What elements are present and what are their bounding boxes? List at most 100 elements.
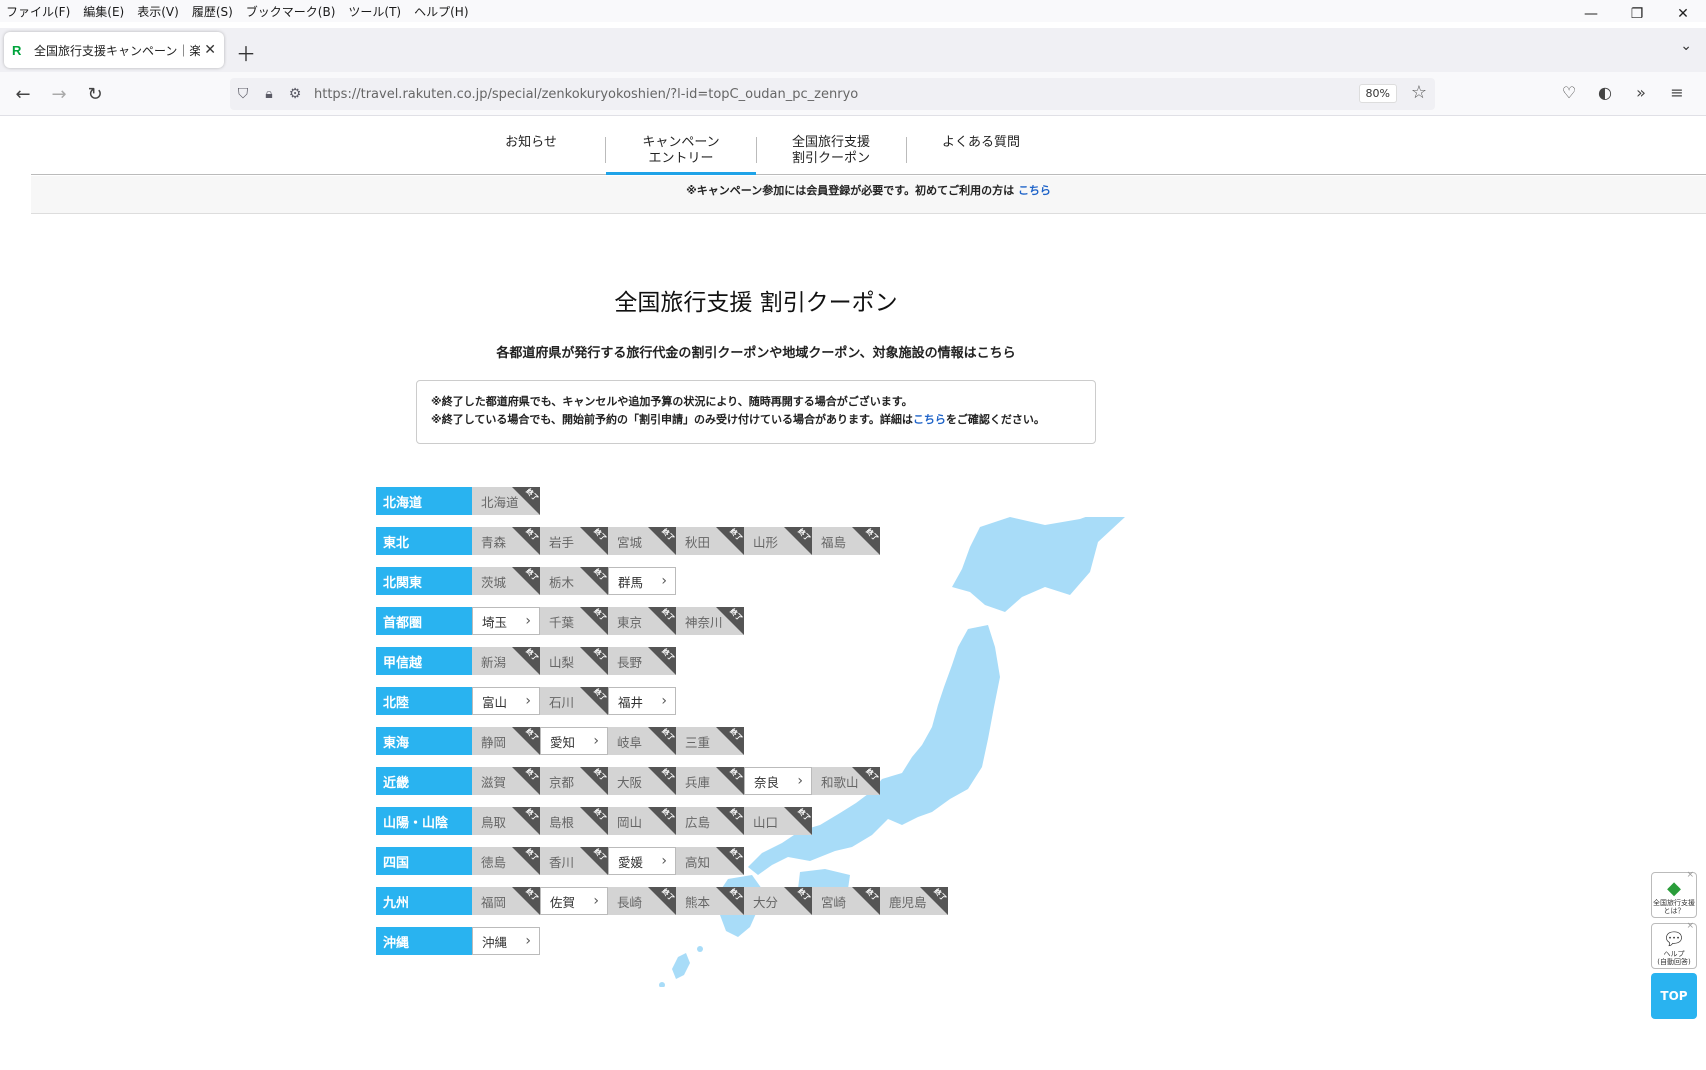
info-box: ※終了した都道府県でも、キャンセルや追加予算の状況により、随時再開する場合がござ… [416,380,1096,444]
region-label: 四国 [376,847,472,875]
nav-faq[interactable]: よくある質問 [906,135,1056,175]
window-controls: — ❐ ✕ [1568,0,1706,28]
about-zenryo-widget[interactable]: × ◆ 全国旅行支援 とは？ [1651,871,1697,918]
page-title: 全国旅行支援 割引クーポン [614,290,898,316]
hamburger-menu-icon[interactable]: ≡ [1666,83,1688,102]
prefecture-name: 福岡 [481,894,507,910]
menu-item[interactable]: ファイル(F) [6,3,70,20]
region-label: 首都圏 [376,607,472,635]
nav-entry[interactable]: キャンペーン エントリー [606,135,756,175]
region-label: 東北 [376,527,472,555]
prefecture-ended: 三重 終了 [676,727,744,755]
widget-close-icon[interactable]: × [1686,871,1694,880]
prefecture-link[interactable]: 佐賀 › [540,887,608,915]
pocket-icon[interactable]: ♡ [1558,83,1580,102]
tab-bar: R 全国旅行支援キャンペーン｜楽天 ✕ ＋ ⌄ [0,28,1706,72]
prefecture-ended: 静岡 終了 [472,727,540,755]
prefecture-ended: 鳥取 終了 [472,807,540,835]
prefecture-link[interactable]: 愛媛 › [608,847,676,875]
region-label: 近畿 [376,767,472,795]
prefecture-name: 香川 [549,854,575,870]
menu-item[interactable]: 編集(E) [83,3,124,20]
nav-coupon[interactable]: 全国旅行支援 割引クーポン [756,135,906,175]
member-notice-text: ※キャンペーン参加には会員登録が必要です。初めてご利用の方は [686,184,1018,197]
prefecture-name: 宮崎 [821,894,847,910]
chevron-right-icon: › [661,853,667,869]
nav-oshirase[interactable]: お知らせ [456,135,606,175]
back-icon[interactable]: ← [10,81,36,107]
widget-close-icon[interactable]: × [1686,922,1694,931]
prefecture-link[interactable]: 埼玉 › [472,607,540,635]
menu-bar: ファイル(F) 編集(E) 表示(V) 履歴(S) ブックマーク(B) ツール(T) ヘルプ… [0,0,1706,22]
chevron-right-icon: › [525,693,531,709]
menu-item[interactable]: ブックマーク(B) [246,3,336,20]
lock-icon[interactable]: 🔒︎ [256,86,282,102]
navigation-bar: ← → ↻ ⛉ 🔒︎ ⚙ https://travel.rakuten.co.j… [0,72,1706,116]
chevron-down-icon[interactable]: ⌄ [1680,38,1692,54]
shield-icon[interactable]: ⛉ [230,86,256,102]
info-line-2: ※終了している場合でも、開始前予約の「割引申請」のみ受け付けている場合があります… [431,413,1045,426]
prefecture-name: 熊本 [685,894,711,910]
prefecture-link[interactable]: 福井 › [608,687,676,715]
zoom-level[interactable]: 80% [1358,84,1397,103]
prefecture-link[interactable]: 沖縄 › [472,927,540,955]
menu-item[interactable]: 表示(V) [137,3,179,20]
url-text[interactable]: https://travel.rakuten.co.jp/special/zen… [314,87,1435,102]
url-bar[interactable]: ⛉ 🔒︎ ⚙ https://travel.rakuten.co.jp/spec… [230,78,1435,110]
prefecture-ended: 島根 終了 [540,807,608,835]
prefecture-name: 栃木 [549,574,575,590]
back-to-top-button[interactable]: TOP [1651,973,1697,1019]
prefecture-ended: 福岡 終了 [472,887,540,915]
prefecture-ended: 茨城 終了 [472,567,540,595]
prefecture-link[interactable]: 奈良 › [744,767,812,795]
prefecture-ended: 東京 終了 [608,607,676,635]
prefecture-name: 埼玉 [482,614,508,630]
menu-item[interactable]: ツール(T) [348,3,401,20]
prefecture-name: 高知 [685,854,711,870]
prefecture-name: 沖縄 [482,934,508,950]
menu-item[interactable]: 履歴(S) [192,3,233,20]
region-label: 甲信越 [376,647,472,675]
member-notice-link[interactable]: こちら [1018,184,1051,197]
prefecture-name: 大分 [753,894,779,910]
prefecture-name: 宮城 [617,534,643,550]
page-subtitle: 各都道府県が発行する旅行代金の割引クーポンや地域クーポン、対象施設の情報はこちら [496,346,1016,361]
reload-icon[interactable]: ↻ [82,81,108,107]
tab-active[interactable]: R 全国旅行支援キャンペーン｜楽天 ✕ [4,32,224,68]
prefecture-ended: 岩手 終了 [540,527,608,555]
prefecture-ended: 鹿児島 終了 [880,887,948,915]
bookmark-star-icon[interactable]: ☆ [1411,82,1427,103]
forward-icon[interactable]: → [46,81,72,107]
prefecture-name: 福井 [618,694,644,710]
minimize-icon[interactable]: — [1568,0,1614,28]
region-label: 北陸 [376,687,472,715]
prefecture-name: 富山 [482,694,508,710]
help-widget[interactable]: × 💬︎ ヘルプ (自動回答) [1651,922,1697,969]
prefecture-ended: 宮城 終了 [608,527,676,555]
restore-icon[interactable]: ❐ [1614,0,1660,28]
permissions-icon[interactable]: ⚙ [282,86,308,102]
rakuten-favicon-icon: R [12,42,22,58]
overflow-icon[interactable]: » [1630,83,1652,102]
prefecture-link[interactable]: 愛知 › [540,727,608,755]
prefecture-name: 長野 [617,654,643,670]
prefecture-ended: 秋田 終了 [676,527,744,555]
close-window-icon[interactable]: ✕ [1660,0,1706,28]
prefecture-name: 滋賀 [481,774,507,790]
prefecture-link[interactable]: 群馬 › [608,567,676,595]
menu-item[interactable]: ヘルプ(H) [414,3,468,20]
region-label: 東海 [376,727,472,755]
prefecture-link[interactable]: 富山 › [472,687,540,715]
extensions-icon[interactable]: ◐ [1594,83,1616,102]
info-link[interactable]: こちら [913,413,946,426]
prefecture-name: 岩手 [549,534,575,550]
region-label: 山陽・山陰 [376,807,472,835]
widget-label: (自動回答) [1657,958,1691,966]
prefecture-ended: 兵庫 終了 [676,767,744,795]
global-nav: お知らせ キャンペーン エントリー 全国旅行支援 割引クーポン よくある質問 [31,117,1706,175]
tab-title: 全国旅行支援キャンペーン｜楽天 [34,43,201,58]
new-tab-icon[interactable]: ＋ [236,38,256,67]
close-tab-icon[interactable]: ✕ [204,42,216,58]
prefecture-ended: 熊本 終了 [676,887,744,915]
widget-label: ヘルプ [1663,950,1685,958]
